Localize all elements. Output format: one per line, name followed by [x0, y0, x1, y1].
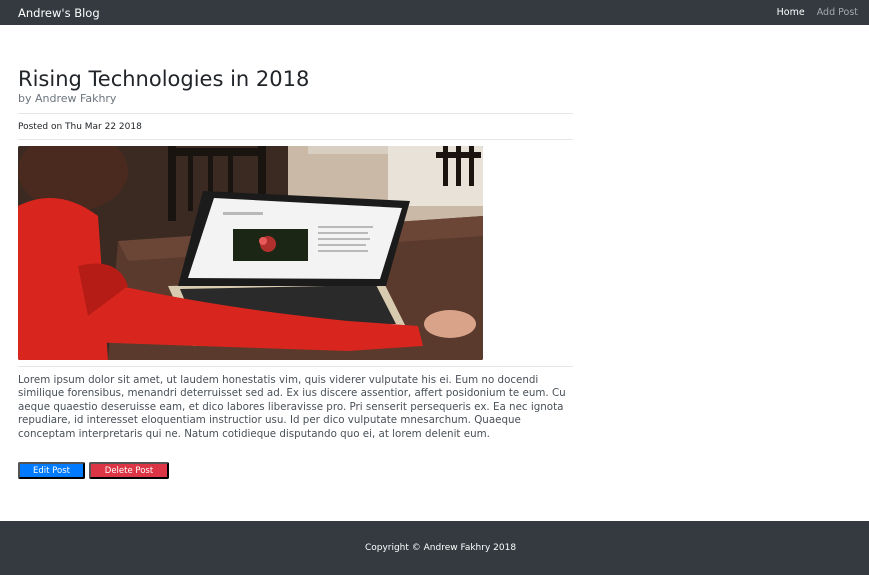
- edit-post-button[interactable]: Edit Post: [18, 462, 85, 479]
- nav-links: Home Add Post: [777, 7, 858, 18]
- post-container: Rising Technologies in 2018 by Andrew Fa…: [18, 66, 573, 479]
- post-title: Rising Technologies in 2018: [18, 67, 310, 91]
- post-actions: Edit Post Delete Post: [18, 462, 169, 479]
- post-image: [18, 146, 483, 360]
- divider: [18, 366, 573, 367]
- nav-home-link[interactable]: Home: [777, 7, 805, 18]
- post-body: Lorem ipsum dolor sit amet, ut laudem ho…: [18, 374, 566, 440]
- post-date: Posted on Thu Mar 22 2018: [18, 122, 142, 132]
- page-footer: Copyright © Andrew Fakhry 2018: [0, 521, 869, 575]
- top-navbar: Andrew's Blog Home Add Post: [0, 0, 869, 25]
- post-author: by Andrew Fakhry: [18, 92, 117, 105]
- brand-link[interactable]: Andrew's Blog: [18, 6, 100, 20]
- divider: [18, 113, 573, 114]
- delete-post-button[interactable]: Delete Post: [89, 462, 169, 479]
- divider: [18, 139, 573, 140]
- footer-copyright: Copyright © Andrew Fakhry 2018: [364, 543, 517, 553]
- nav-add-post-link[interactable]: Add Post: [817, 7, 858, 18]
